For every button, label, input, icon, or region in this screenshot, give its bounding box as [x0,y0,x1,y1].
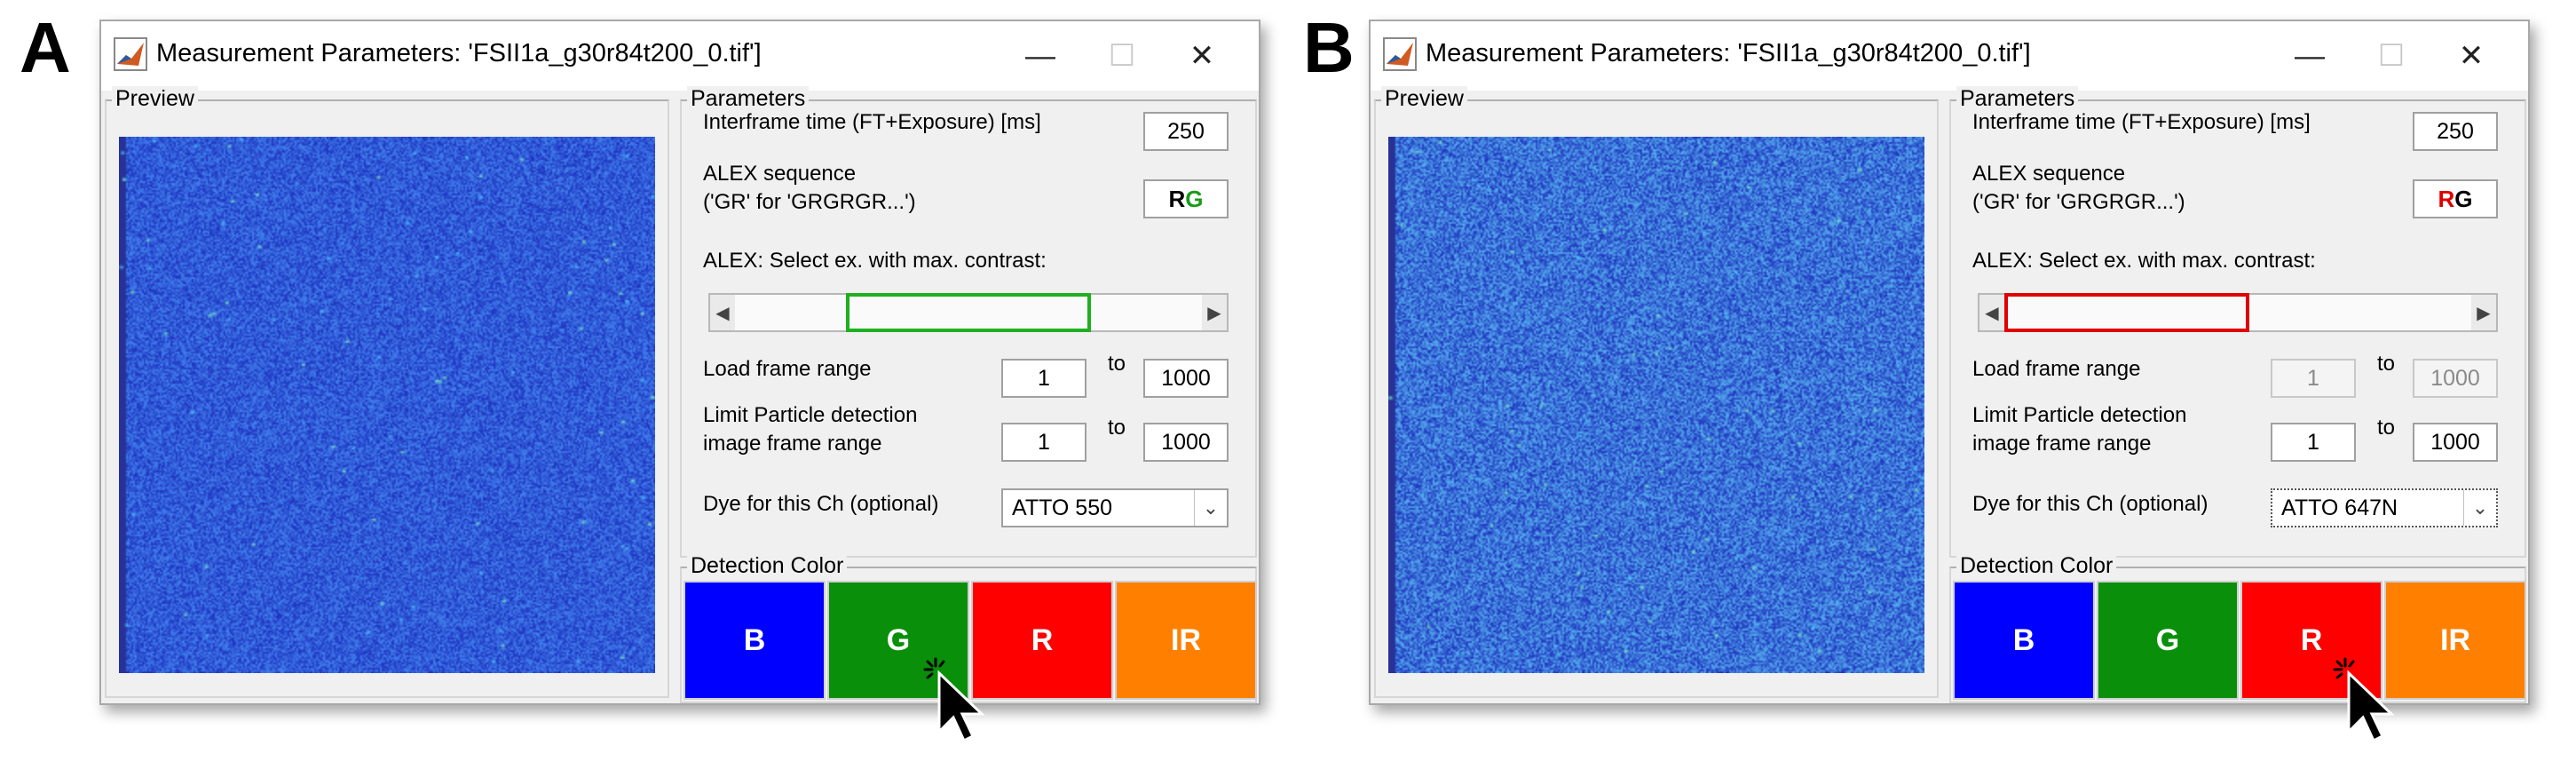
slider-right-arrow-icon[interactable]: ▶ [1202,295,1227,330]
click-cursor-icon [923,657,985,743]
alex-sequence-hint: ('GR' for 'GRGRGR...') [1972,190,2185,214]
preview-label: Preview [112,86,198,112]
alex-select-label: ALEX: Select ex. with max. contrast: [1972,249,2316,273]
minimize-icon[interactable]: — [2283,34,2336,78]
limit-range-label: Limit Particle detection [703,403,918,427]
preview-image [119,137,655,673]
limit-range-label-2: image frame range [703,432,882,456]
measurement-window-a: Measurement Parameters: 'FSII1a_g30r84t2… [99,20,1260,705]
preview-canvas [1388,137,1924,673]
dye-select[interactable]: ATTO 550 ⌄ [1001,488,1229,527]
load-to-input[interactable]: 1000 [2413,359,2498,398]
color-button-b[interactable]: B [684,581,826,700]
limit-to-input[interactable]: 1000 [2413,423,2498,462]
close-icon[interactable]: ✕ [1175,34,1229,78]
alex-seq-second: G [1185,185,1204,212]
title-bar: Measurement Parameters: 'FSII1a_g30r84t2… [101,21,1259,91]
chevron-down-icon[interactable]: ⌄ [1194,490,1227,526]
alex-slider[interactable]: ◀ ▶ [708,293,1229,332]
title-bar: Measurement Parameters: 'FSII1a_g30r84t2… [1371,21,2528,91]
preview-label: Preview [1381,86,1467,112]
preview-image [1388,137,1924,673]
interframe-input[interactable]: 250 [2413,112,2498,151]
limit-to-input[interactable]: 1000 [1143,423,1229,462]
parameters-group: Parameters Interframe time (FT+Exposure)… [680,86,1257,558]
chevron-down-icon[interactable]: ⌄ [2463,490,2496,526]
to-label: to [2377,416,2396,440]
limit-from-input[interactable]: 1 [2271,423,2356,462]
preview-group: Preview [105,86,669,698]
load-range-label: Load frame range [703,357,872,381]
color-button-ir[interactable]: IR [2384,581,2526,700]
detection-color-label: Detection Color [687,553,848,579]
color-button-b[interactable]: B [1953,581,2095,700]
alex-seq-first: R [2438,185,2455,212]
alex-sequence-input[interactable]: RG [2413,179,2498,218]
dye-label: Dye for this Ch (optional) [703,492,939,516]
load-to-input[interactable]: 1000 [1143,359,1229,398]
slider-thumb[interactable] [2004,293,2249,332]
panel-letter-b: B [1303,8,1355,87]
slider-thumb[interactable] [846,293,1091,332]
preview-canvas [119,137,655,673]
load-from-input[interactable]: 1 [2271,359,2356,398]
detection-color-group: Detection Color B G R IR [1949,553,2526,703]
dye-select[interactable]: ATTO 647N ⌄ [2271,488,2498,527]
color-button-r[interactable]: R [971,581,1113,700]
load-from-input[interactable]: 1 [1001,359,1087,398]
parameters-group: Parameters Interframe time (FT+Exposure)… [1949,86,2526,558]
close-icon[interactable]: ✕ [2445,34,2498,78]
slider-right-arrow-icon[interactable]: ▶ [2471,295,2496,330]
color-button-g[interactable]: G [2097,581,2239,700]
to-label: to [2377,352,2396,376]
limit-range-label-2: image frame range [1972,432,2152,456]
alex-sequence-label: ALEX sequence [1972,162,2126,186]
measurement-window-b: Measurement Parameters: 'FSII1a_g30r84t2… [1369,20,2530,705]
matlab-icon [114,37,147,71]
slider-left-arrow-icon[interactable]: ◀ [710,295,735,330]
matlab-icon [1383,37,1417,71]
panel-letter-a: A [20,8,71,87]
dye-value: ATTO 647N [2281,495,2398,520]
dye-value: ATTO 550 [1012,495,1113,520]
window-title: Measurement Parameters: 'FSII1a_g30r84t2… [1426,39,2031,67]
to-label: to [1108,416,1126,440]
maximize-icon[interactable]: ☐ [1095,34,1149,78]
alex-select-label: ALEX: Select ex. with max. contrast: [703,249,1047,273]
to-label: to [1108,352,1126,376]
alex-sequence-hint: ('GR' for 'GRGRGR...') [703,190,916,214]
preview-group: Preview [1374,86,1939,698]
alex-slider[interactable]: ◀ ▶ [1978,293,2498,332]
interframe-input[interactable]: 250 [1143,112,1229,151]
load-range-label: Load frame range [1972,357,2141,381]
interframe-label: Interframe time (FT+Exposure) [ms] [703,110,1041,134]
alex-sequence-label: ALEX sequence [703,162,857,186]
minimize-icon[interactable]: — [1014,34,1067,78]
dye-label: Dye for this Ch (optional) [1972,492,2209,516]
alex-seq-second: G [2454,185,2473,212]
click-cursor-icon [2333,657,2395,743]
maximize-icon[interactable]: ☐ [2365,34,2418,78]
slider-left-arrow-icon[interactable]: ◀ [1979,295,2004,330]
alex-seq-first: R [1168,185,1186,212]
limit-range-label: Limit Particle detection [1972,403,2187,427]
color-button-ir[interactable]: IR [1115,581,1257,700]
detection-color-label: Detection Color [1956,553,2117,579]
limit-from-input[interactable]: 1 [1001,423,1087,462]
alex-sequence-input[interactable]: RG [1143,179,1229,218]
interframe-label: Interframe time (FT+Exposure) [ms] [1972,110,2311,134]
window-title: Measurement Parameters: 'FSII1a_g30r84t2… [156,39,762,67]
